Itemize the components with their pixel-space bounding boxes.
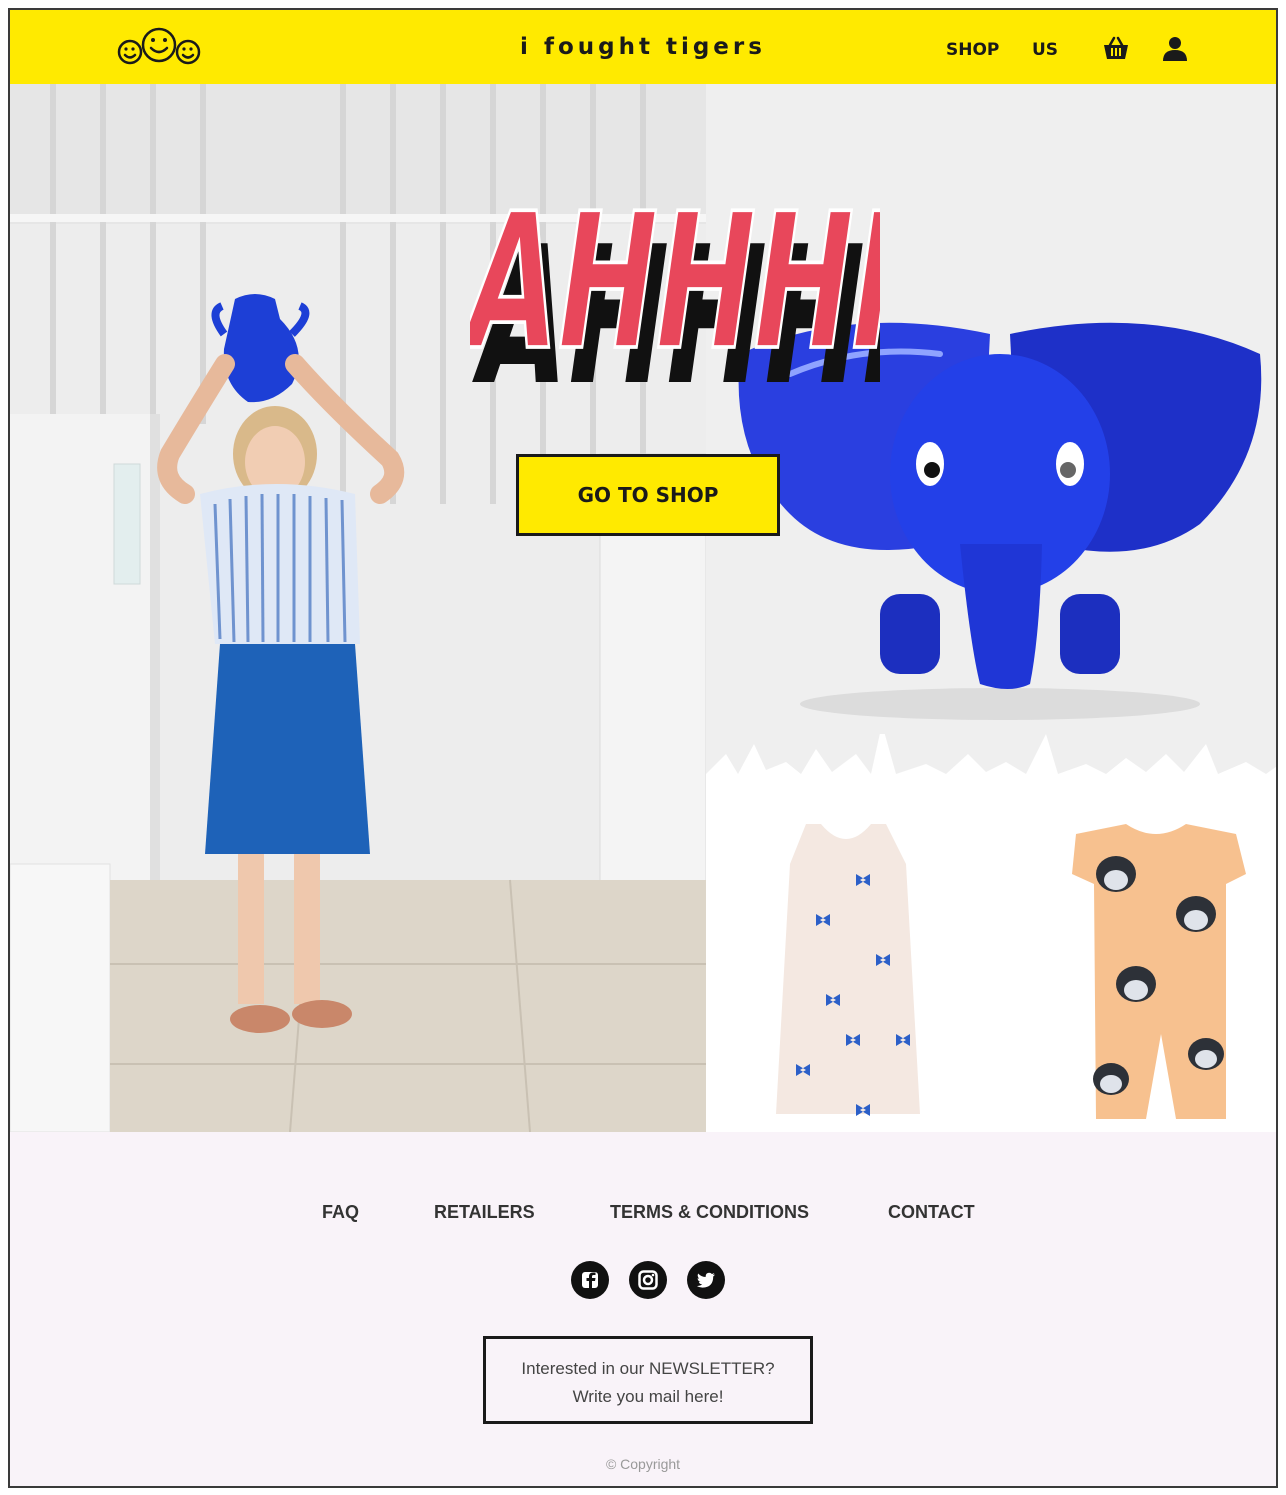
newsletter-input[interactable]: Interested in our NEWSLETTER? Write you …	[483, 1336, 813, 1424]
basket-icon[interactable]	[1102, 36, 1130, 62]
site-footer: FAQ RETAILERS TERMS & CONDITIONS CONTACT…	[10, 1132, 1276, 1486]
hero-section: AHHHH! AHHHH! GO TO SHOP	[10, 84, 1276, 1132]
twitter-icon[interactable]	[686, 1260, 726, 1300]
instagram-icon[interactable]	[628, 1260, 668, 1300]
facebook-icon[interactable]	[570, 1260, 610, 1300]
site-header: i fought tigers SHOP US	[10, 10, 1276, 84]
footer-link-faq[interactable]: FAQ	[322, 1202, 359, 1223]
footer-link-retailers[interactable]: RETAILERS	[434, 1202, 535, 1223]
go-to-shop-button[interactable]: GO TO SHOP	[516, 454, 780, 536]
bow-print-dress-photo[interactable]	[776, 824, 920, 1116]
page-frame: i fought tigers SHOP US AHHHH! AHHHH! GO…	[8, 8, 1278, 1488]
ahhhh-headline-graphic: AHHHH! AHHHH!	[470, 173, 880, 382]
footer-link-terms[interactable]: TERMS & CONDITIONS	[610, 1202, 809, 1223]
user-icon[interactable]	[1162, 36, 1188, 62]
svg-text:AHHHH!: AHHHH!	[470, 174, 880, 382]
footer-link-contact[interactable]: CONTACT	[888, 1202, 975, 1223]
copyright-text: © Copyright	[605, 1456, 681, 1472]
newsletter-prompt: Interested in our NEWSLETTER?	[521, 1359, 775, 1378]
nav-us-link[interactable]: US	[1032, 40, 1058, 60]
brand-name[interactable]: i fought tigers	[10, 34, 1276, 60]
newsletter-placeholder: Write you mail here!	[572, 1387, 724, 1406]
products-panel	[706, 734, 1276, 1132]
nav-shop-link[interactable]: SHOP	[946, 40, 999, 60]
